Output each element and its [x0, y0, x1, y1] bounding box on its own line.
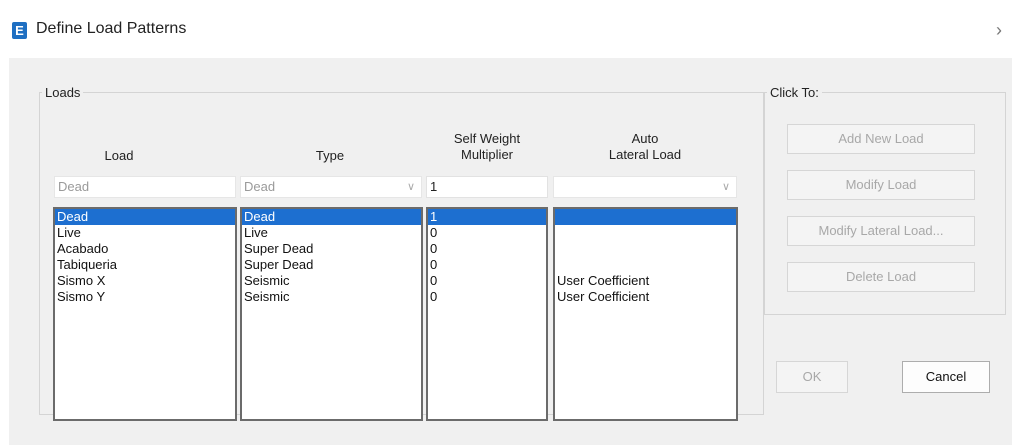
load-name-input[interactable]: Dead: [54, 176, 236, 198]
auto-lateral-column-header: Auto Lateral Load: [554, 131, 736, 163]
multiplier-list-item[interactable]: 1: [428, 209, 546, 225]
auto-lateral-list-item[interactable]: [555, 241, 736, 257]
self-weight-label-line2: Multiplier: [460, 147, 513, 162]
multiplier-list[interactable]: 1 0 0 0 0 0: [426, 207, 548, 421]
type-column-label: Type: [315, 148, 345, 163]
type-list-item[interactable]: Dead: [242, 209, 421, 225]
load-list-item[interactable]: Dead: [55, 209, 235, 225]
auto-lateral-label-line2: Lateral Load: [608, 147, 682, 162]
type-dropdown-value: Dead: [244, 179, 276, 194]
app-icon-letter: E: [15, 23, 24, 38]
auto-lateral-label-line1: Auto: [631, 131, 659, 146]
ok-button[interactable]: OK: [776, 361, 848, 393]
click-to-group: Click To: Add New Load Modify Load Modif…: [764, 85, 1006, 315]
add-new-load-button[interactable]: Add New Load: [787, 124, 975, 154]
multiplier-input[interactable]: 1: [426, 176, 548, 198]
multiplier-list-item[interactable]: 0: [428, 225, 546, 241]
self-weight-column-header: Self Weight Multiplier: [427, 131, 547, 163]
load-list-item[interactable]: Acabado: [55, 241, 235, 257]
type-list-item[interactable]: Seismic: [242, 289, 421, 305]
multiplier-list-item[interactable]: 0: [428, 241, 546, 257]
auto-lateral-list-item[interactable]: User Coefficient: [555, 273, 736, 289]
auto-lateral-list-item[interactable]: [555, 257, 736, 273]
click-to-legend: Click To:: [770, 85, 819, 100]
type-list-item[interactable]: Live: [242, 225, 421, 241]
title-bar: E Define Load Patterns ›: [0, 0, 1012, 58]
cancel-button[interactable]: Cancel: [902, 361, 990, 393]
auto-lateral-list-item[interactable]: User Coefficient: [555, 289, 736, 305]
type-list-item[interactable]: Super Dead: [242, 241, 421, 257]
window-title: Define Load Patterns: [36, 20, 187, 37]
load-list-item[interactable]: Sismo Y: [55, 289, 235, 305]
load-list-item[interactable]: Tabiqueria: [55, 257, 235, 273]
chevron-right-icon[interactable]: ›: [996, 20, 1002, 41]
type-list[interactable]: Dead Live Super Dead Super Dead Seismic …: [240, 207, 423, 421]
type-list-item[interactable]: Super Dead: [242, 257, 421, 273]
app-icon: E: [12, 22, 27, 39]
auto-lateral-list-item[interactable]: [555, 225, 736, 241]
loads-group-legend: Loads: [45, 85, 81, 100]
multiplier-list-item[interactable]: 0: [428, 289, 546, 305]
auto-lateral-list-item[interactable]: [555, 209, 736, 225]
delete-load-button[interactable]: Delete Load: [787, 262, 975, 292]
multiplier-list-item[interactable]: 0: [428, 257, 546, 273]
chevron-down-icon: ∨: [721, 181, 730, 193]
multiplier-list-item[interactable]: 0: [428, 273, 546, 289]
load-list[interactable]: Dead Live Acabado Tabiqueria Sismo X Sis…: [53, 207, 237, 421]
load-column-header: Load: [54, 148, 184, 164]
auto-lateral-list[interactable]: User Coefficient User Coefficient: [553, 207, 738, 421]
loads-group: Loads Load Type Self Weight Multiplier A…: [39, 85, 764, 421]
type-list-item[interactable]: Seismic: [242, 273, 421, 289]
modify-lateral-load-button[interactable]: Modify Lateral Load...: [787, 216, 975, 246]
load-list-item[interactable]: Sismo X: [55, 273, 235, 289]
load-list-item[interactable]: Live: [55, 225, 235, 241]
auto-lateral-dropdown[interactable]: ∨: [553, 176, 737, 198]
type-column-header: Type: [242, 148, 418, 164]
modify-load-button[interactable]: Modify Load: [787, 170, 975, 200]
self-weight-label-line1: Self Weight: [453, 131, 521, 146]
dialog-body: Loads Load Type Self Weight Multiplier A…: [9, 58, 1012, 445]
load-name-input-value: Dead: [58, 179, 90, 194]
multiplier-input-value: 1: [430, 179, 438, 194]
chevron-down-icon: ∨: [406, 181, 415, 193]
load-column-label: Load: [104, 148, 134, 163]
type-dropdown[interactable]: Dead ∨: [240, 176, 422, 198]
